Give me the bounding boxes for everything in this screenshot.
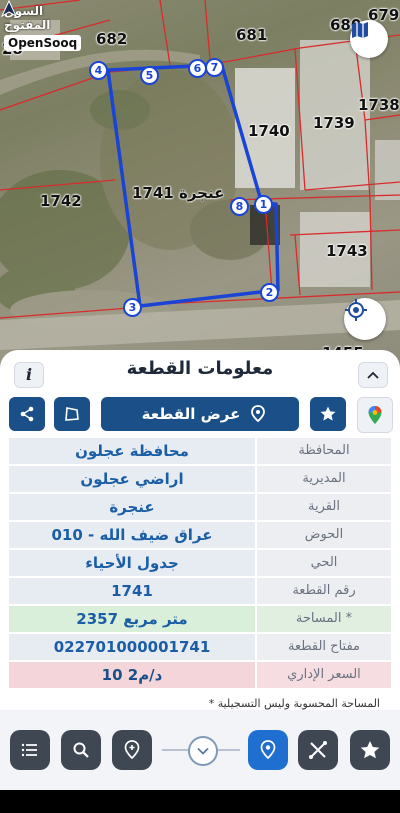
collapse-button[interactable] (358, 362, 388, 388)
field-value: 10 د/م2 (9, 662, 255, 688)
table-row: عراق ضيف الله - 010 الحوض (9, 522, 391, 548)
vertex-marker[interactable]: 7 (205, 58, 224, 77)
table-row: اراضي عجلون المديرية (9, 466, 391, 492)
measure-button[interactable] (298, 730, 338, 770)
field-value: محافظة عجلون (9, 438, 255, 464)
search-icon (73, 742, 89, 758)
share-button[interactable] (9, 397, 45, 431)
parcel-number: 1743 (326, 242, 368, 260)
parcel-number: 681 (236, 26, 268, 44)
table-row: محافظة عجلون المحافظة (9, 438, 391, 464)
field-label: مفتاح القطعة (257, 634, 391, 660)
list-button[interactable] (10, 730, 50, 770)
field-label: المديرية (257, 466, 391, 492)
list-icon (21, 743, 37, 757)
parcel-number: 682 (96, 30, 128, 48)
frame-icon (65, 407, 79, 421)
frame-button[interactable] (54, 397, 90, 431)
favorites-button[interactable] (350, 730, 390, 770)
favorite-button[interactable] (310, 397, 346, 431)
crosshair-icon (345, 299, 367, 321)
zoom-slider[interactable] (162, 730, 240, 770)
location-pin-icon (251, 405, 266, 423)
plot-label: عنجرة 1741 (132, 184, 225, 202)
field-label: السعر الإداري (257, 662, 391, 688)
bottom-toolbar (0, 710, 400, 790)
north-arrow-icon (0, 0, 18, 18)
google-maps-icon (368, 406, 382, 424)
table-row: 10 د/م2 السعر الإداري (9, 662, 391, 688)
area-footnote: * المساحة المحسوبة وليس التسجيلية (208, 697, 380, 710)
field-label: المساحة * (257, 606, 391, 632)
vertex-marker[interactable]: 5 (140, 66, 159, 85)
location-pin-icon (124, 740, 140, 760)
chevron-up-icon (367, 371, 379, 379)
parcel-number: 1742 (40, 192, 82, 210)
vertex-marker[interactable]: 1 (254, 195, 273, 214)
field-value: 2357 متر مربع (9, 606, 255, 632)
slider-knob[interactable] (188, 736, 218, 766)
plot-details-table: محافظة عجلون المحافظة اراضي عجلون المدير… (9, 438, 391, 690)
share-icon (20, 406, 34, 422)
star-icon (320, 406, 336, 421)
add-location-button[interactable] (112, 730, 152, 770)
search-button[interactable] (61, 730, 101, 770)
star-icon (360, 741, 380, 759)
vertex-marker[interactable]: 4 (89, 61, 108, 80)
plot-pin-button[interactable] (248, 730, 288, 770)
map-icon (352, 22, 368, 38)
field-value: 1741 (9, 578, 255, 604)
panel-header: i معلومات القطعة (0, 350, 400, 390)
field-value: اراضي عجلون (9, 466, 255, 492)
show-plot-label: عرض القطعة (141, 405, 241, 423)
field-label: رقم القطعة (257, 578, 391, 604)
google-maps-button[interactable] (357, 397, 393, 433)
measure-icon (309, 741, 327, 759)
map-view[interactable]: 682 681 680 679 28 1738 1740 1739 1742 1… (0, 0, 400, 372)
chevron-down-icon (197, 747, 209, 755)
parcel-number: 1739 (313, 114, 355, 132)
panel-title: معلومات القطعة (126, 358, 274, 379)
field-value: عنجرة (9, 494, 255, 520)
field-value: 022701000001741 (9, 634, 255, 660)
field-label: الحي (257, 550, 391, 576)
table-row: 1741 رقم القطعة (9, 578, 391, 604)
field-label: القرية (257, 494, 391, 520)
vertex-marker[interactable]: 3 (123, 298, 142, 317)
parcel-number: 1738 (358, 96, 400, 114)
brand-english: OpenSooq (4, 35, 82, 51)
parcel-number: 1740 (248, 122, 290, 140)
table-row: عنجرة القرية (9, 494, 391, 520)
system-bar (0, 790, 400, 813)
table-row: 022701000001741 مفتاح القطعة (9, 634, 391, 660)
show-plot-button[interactable]: عرض القطعة (101, 397, 299, 431)
my-location-button[interactable] (344, 298, 386, 340)
map-layers-button[interactable] (350, 20, 388, 58)
table-row: جدول الأحياء الحي (9, 550, 391, 576)
field-value: عراق ضيف الله - 010 (9, 522, 255, 548)
vertex-marker[interactable]: 8 (230, 197, 249, 216)
action-bar: عرض القطعة (0, 397, 400, 437)
vertex-marker[interactable]: 2 (260, 283, 279, 302)
pin-active-icon (260, 740, 276, 760)
field-label: المحافظة (257, 438, 391, 464)
field-label: الحوض (257, 522, 391, 548)
field-value: جدول الأحياء (9, 550, 255, 576)
table-row: 2357 متر مربع المساحة * (9, 606, 391, 632)
